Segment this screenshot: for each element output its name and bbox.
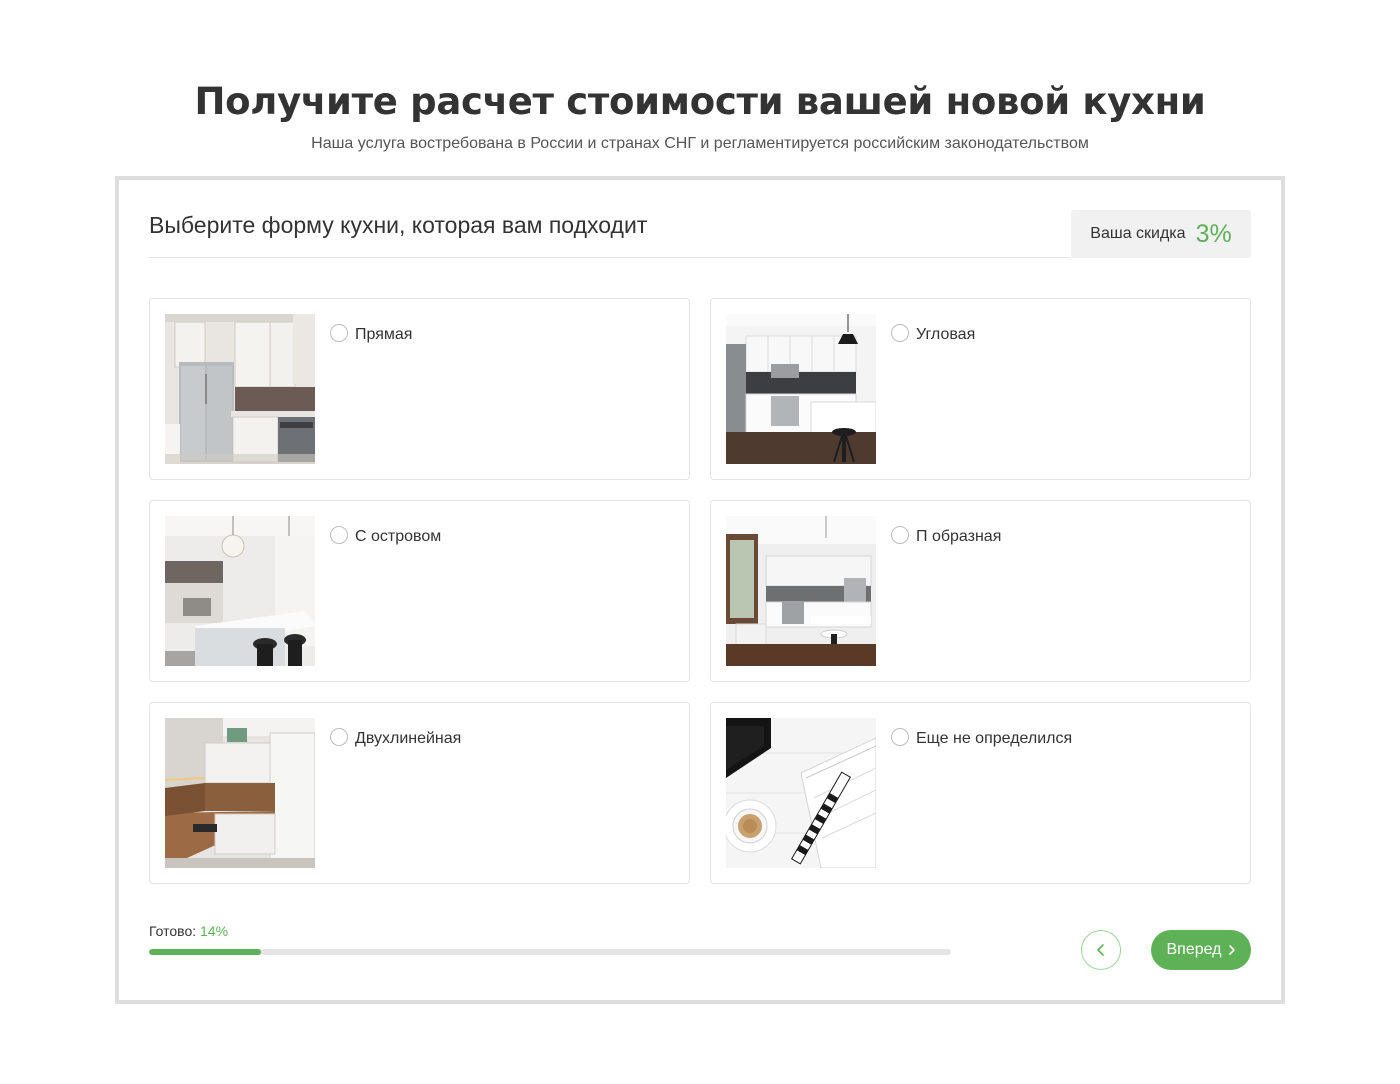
option-card-u-shaped[interactable]: П образная	[710, 500, 1251, 682]
option-card-two-line[interactable]: Двухлинейная	[149, 702, 690, 884]
page-title: Получите расчет стоимости вашей новой ку…	[194, 80, 1206, 123]
option-label-undecided: Еще не определился	[916, 730, 1073, 747]
option-card-straight[interactable]: Прямая	[149, 298, 690, 480]
discount-value: 3%	[1195, 219, 1232, 248]
question-title: Выберите форму кухни, которая вам подход…	[149, 212, 648, 238]
option-label-island: С островом	[355, 528, 442, 545]
notebook-coffee-photo	[726, 718, 876, 868]
island-kitchen-photo	[165, 516, 315, 666]
progress-caption: Готово: 14%	[149, 923, 228, 939]
page-subtitle: Наша услуга востребована в России и стра…	[311, 135, 1089, 152]
option-label-straight: Прямая	[355, 326, 413, 343]
radio-island[interactable]	[330, 526, 348, 544]
chevron-left-icon	[1097, 944, 1104, 956]
option-card-undecided[interactable]: Еще не определился	[710, 702, 1251, 884]
discount-box: Ваша скидка 3%	[1071, 210, 1251, 258]
straight-kitchen-photo	[165, 314, 315, 464]
corner-kitchen-photo	[726, 314, 876, 464]
option-card-island[interactable]: С островом	[149, 500, 690, 682]
option-label-corner: Угловая	[916, 326, 976, 343]
radio-undecided[interactable]	[891, 728, 909, 746]
option-card-corner[interactable]: Угловая	[710, 298, 1251, 480]
radio-straight[interactable]	[330, 324, 348, 342]
radio-corner[interactable]	[891, 324, 909, 342]
next-button-label: Вперед	[1166, 941, 1222, 958]
option-label-two-line: Двухлинейная	[355, 730, 462, 747]
question-divider	[149, 257, 1071, 258]
two-line-kitchen-photo	[165, 718, 315, 868]
progress-percent: 14%	[200, 923, 229, 939]
progress-label: Готово:	[149, 923, 197, 939]
radio-two-line[interactable]	[330, 728, 348, 746]
progress-bar	[149, 949, 951, 955]
back-button[interactable]	[1081, 930, 1121, 970]
chevron-right-icon	[1228, 945, 1235, 955]
u-shaped-kitchen-photo	[726, 516, 876, 666]
option-label-u-shaped: П образная	[916, 528, 1002, 545]
discount-label: Ваша скидка	[1090, 225, 1186, 242]
next-button[interactable]: Вперед	[1151, 930, 1251, 970]
radio-u-shaped[interactable]	[891, 526, 909, 544]
progress-fill	[149, 949, 262, 955]
